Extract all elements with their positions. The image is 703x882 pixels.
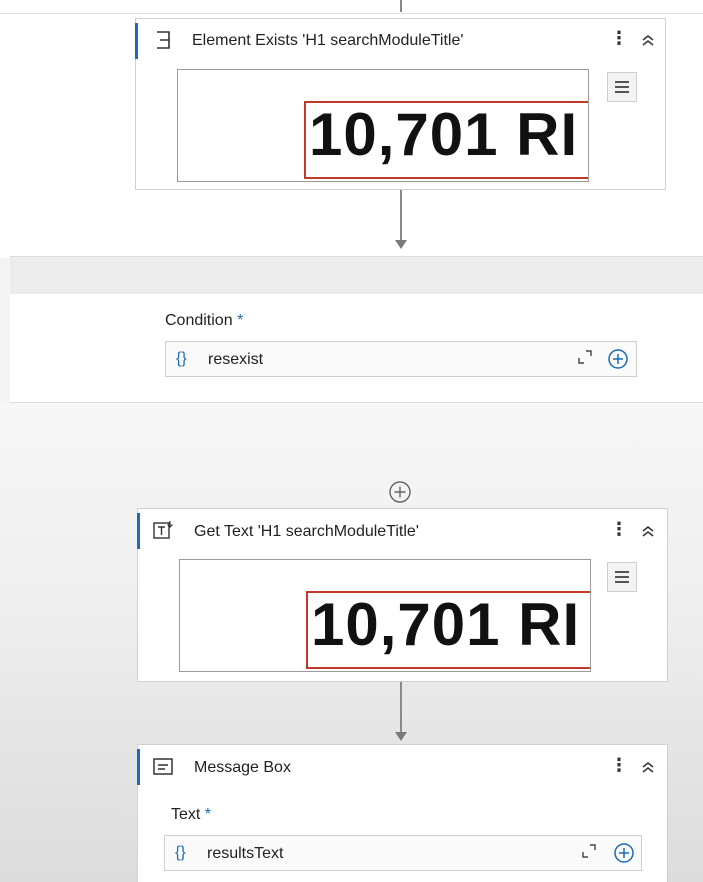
- element-exists-activity[interactable]: Element Exists 'H1 searchModuleTitle' ⋮ …: [135, 18, 666, 190]
- collapse-icon[interactable]: [641, 760, 655, 774]
- selection-accent: [137, 749, 140, 785]
- add-plus-icon[interactable]: [607, 348, 629, 370]
- element-exists-icon: [157, 31, 170, 49]
- selection-accent: [135, 23, 138, 59]
- message-box-icon: [153, 758, 173, 775]
- more-options-icon[interactable]: ⋮: [610, 29, 628, 47]
- connector-line: [400, 682, 402, 732]
- text-value: resultsText: [207, 845, 284, 862]
- connector-arrow: [395, 240, 407, 249]
- activity-title: Get Text 'H1 searchModuleTitle': [194, 523, 419, 540]
- expression-brace-icon: {}: [176, 350, 187, 367]
- screenshot-preview: 10,701 RI: [179, 559, 591, 672]
- screenshot-preview: 10,701 RI: [177, 69, 589, 182]
- target-highlight: 10,701 RI: [304, 101, 588, 179]
- connector-line: [400, 190, 402, 240]
- collapse-icon[interactable]: [641, 33, 655, 47]
- condition-value: resexist: [208, 351, 264, 368]
- get-text-activity[interactable]: Get Text 'H1 searchModuleTitle' ⋮ 10,701…: [137, 508, 668, 682]
- collapse-icon[interactable]: [641, 524, 655, 538]
- options-menu-button[interactable]: [607, 72, 637, 102]
- message-box-activity[interactable]: Message Box ⋮ Text * {} resultsText: [137, 744, 668, 882]
- expression-brace-icon: {}: [175, 844, 186, 861]
- target-highlight: 10,701 RI: [306, 591, 590, 669]
- get-text-icon: [153, 521, 173, 539]
- activity-title: Message Box: [194, 759, 291, 776]
- expand-editor-icon[interactable]: [576, 348, 594, 366]
- more-options-icon[interactable]: ⋮: [610, 756, 628, 774]
- section-band: [10, 256, 703, 295]
- condition-field[interactable]: {} resexist: [165, 341, 637, 377]
- condition-label: Condition *: [165, 312, 244, 329]
- activity-title: Element Exists 'H1 searchModuleTitle': [192, 32, 464, 49]
- preview-text: 10,701 RI: [311, 591, 581, 658]
- divider: [0, 13, 703, 14]
- text-field-label: Text *: [171, 806, 212, 823]
- add-plus-icon[interactable]: [613, 842, 635, 864]
- expand-editor-icon[interactable]: [580, 842, 598, 860]
- add-activity-icon[interactable]: [388, 480, 412, 504]
- preview-text: 10,701 RI: [309, 101, 579, 168]
- options-menu-button[interactable]: [607, 562, 637, 592]
- connector-line: [400, 0, 402, 12]
- text-field[interactable]: {} resultsText: [164, 835, 642, 871]
- more-options-icon[interactable]: ⋮: [610, 520, 628, 538]
- selection-accent: [137, 513, 140, 549]
- connector-arrow: [395, 732, 407, 741]
